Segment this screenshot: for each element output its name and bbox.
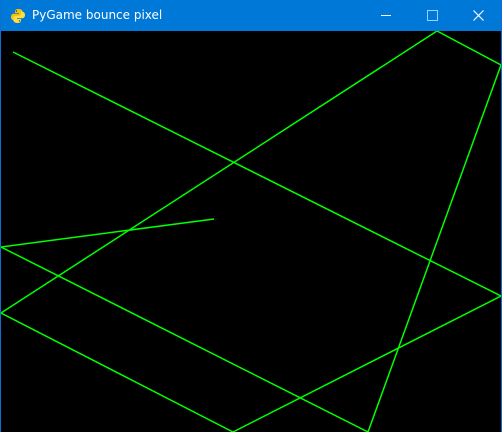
minimize-button[interactable] [363, 0, 409, 31]
window-controls [363, 0, 501, 31]
maximize-button[interactable] [409, 0, 455, 31]
maximize-icon [427, 10, 438, 21]
pygame-window: PyGame bounce pixel [0, 0, 502, 432]
pygame-snake-icon [11, 9, 25, 23]
minimize-icon [381, 15, 391, 16]
title-bar[interactable]: PyGame bounce pixel [1, 0, 501, 31]
trail-line [1, 31, 501, 432]
window-title: PyGame bounce pixel [32, 8, 163, 22]
close-button[interactable] [455, 0, 501, 31]
game-canvas [1, 31, 501, 432]
bounce-trail [1, 31, 501, 432]
close-icon [473, 10, 484, 21]
